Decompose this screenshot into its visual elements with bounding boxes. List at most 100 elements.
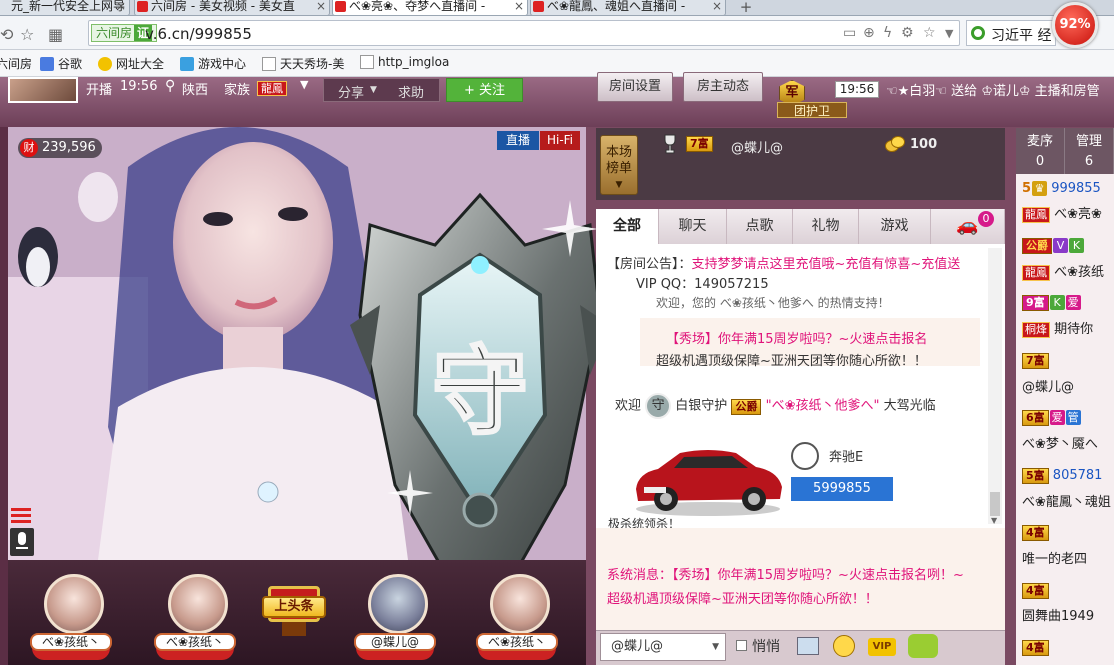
vip-icon[interactable]: VIP	[868, 638, 896, 656]
bookmark-item[interactable]: 六间房	[0, 55, 32, 72]
share-button[interactable]: 分享	[338, 82, 364, 101]
guard-slot[interactable]: @蝶儿@	[350, 560, 440, 665]
browser-tab-4[interactable]: べ❀龍鳳、魂姐へ直播间 - ×	[530, 0, 726, 15]
star-icon[interactable]: ☆	[20, 25, 34, 44]
list-item[interactable]: 龍鳳 べ❀孩纸	[1022, 261, 1114, 281]
tab-mic-queue[interactable]: 麦序 0	[1016, 128, 1065, 174]
settings-icon[interactable]: ⚙	[901, 25, 914, 41]
guard-slot[interactable]: べ❀孩纸丶	[150, 560, 240, 665]
apps-icon[interactable]: ▦	[48, 25, 63, 44]
bookmark-label: 网址大全	[116, 57, 165, 71]
crown-icon: ♛	[1032, 181, 1048, 196]
bookmark-item[interactable]: 网址大全	[98, 55, 164, 72]
lightning-icon[interactable]: ϟ	[883, 25, 892, 41]
chat-target: @蝶儿@	[611, 639, 664, 654]
search-field[interactable]: 习近平 经	[966, 20, 1056, 46]
list-item[interactable]: べ❀龍鳳丶魂姐	[1022, 491, 1114, 510]
list-item[interactable]: 公爵 V K	[1022, 238, 1114, 254]
tab-games[interactable]: 游戏	[859, 209, 931, 244]
scroll-down-icon[interactable]: ▼	[991, 516, 997, 525]
room-settings-button[interactable]: 房间设置	[597, 72, 673, 102]
system-messages[interactable]: 系统消息：【秀场】你年满15周岁啦吗？~火速点击报名咧！~ 超级机遇顶级保障~亚…	[596, 528, 1005, 630]
chevron-down-icon[interactable]: ▼	[712, 634, 719, 660]
welcome-user[interactable]: "べ❀孩纸丶他爹へ"	[766, 399, 880, 414]
private-checkbox[interactable]	[736, 640, 747, 651]
rank-user[interactable]: @蝶儿@	[731, 137, 783, 156]
sys-message-1b[interactable]: 超级机遇顶级保障~亚洲天团等你随心所欲！！	[656, 350, 927, 369]
follow-button[interactable]: + 关注	[446, 78, 523, 102]
list-item[interactable]: 5富 805781	[1022, 468, 1114, 484]
emoji-icon[interactable]	[833, 635, 855, 657]
cpu-usage-ball[interactable]: 92%	[1052, 2, 1098, 48]
headline-button[interactable]: 上头条	[256, 586, 332, 638]
plush-toy	[78, 172, 118, 222]
tab-chat[interactable]: 聊天	[659, 209, 727, 244]
panel-divider	[1005, 128, 1016, 665]
list-item[interactable]: 桐烽 期待你	[1022, 318, 1114, 338]
bookmark-label: 谷歌	[58, 57, 83, 71]
list-item[interactable]: 5 ♛ 999855	[1022, 181, 1114, 196]
sys-message-text[interactable]: 【秀场】你年满15周岁啦吗？~火速点击报名	[666, 332, 927, 347]
sys-message-text[interactable]: 【秀场】你年满15周岁啦吗？~火速点击报名咧！~	[672, 568, 964, 583]
list-item[interactable]: 龍鳳 べ❀亮❀	[1022, 203, 1114, 223]
tab-admins[interactable]: 管理 6	[1065, 128, 1114, 174]
list-item[interactable]: 4富	[1022, 583, 1114, 599]
guard-slot[interactable]: べ❀孩纸丶	[26, 560, 116, 665]
hifi-badge[interactable]: Hi-Fi	[540, 131, 580, 150]
video-icon[interactable]: ▭	[843, 25, 856, 41]
chat-bubble-icon[interactable]	[908, 634, 938, 658]
wealth-icon: 财	[20, 139, 38, 157]
list-item[interactable]: 4富	[1022, 640, 1114, 656]
microphone-icon[interactable]	[10, 528, 34, 556]
list-item[interactable]: 7富	[1022, 353, 1114, 369]
tab-cars[interactable]: 🚗 0	[931, 209, 1005, 244]
zoom-icon[interactable]: ⊕	[863, 25, 875, 41]
list-item[interactable]: 9富 K 爱	[1022, 295, 1114, 311]
tab-all[interactable]: 全部	[596, 209, 659, 244]
close-icon[interactable]: ×	[514, 0, 524, 12]
url-text[interactable]: v.6.cn/999855	[145, 25, 252, 43]
browser-tab-1[interactable]: 元_新一代安全上网导 ×	[0, 0, 130, 15]
new-tab-button[interactable]: +	[733, 0, 759, 15]
bookmark-item[interactable]: http_imgloa	[360, 55, 449, 69]
anchor-avatar[interactable]	[8, 77, 78, 103]
bookmark-item[interactable]: 天天秀场-美	[262, 55, 344, 72]
chat-target-select[interactable]: @蝶儿@ ▼	[600, 633, 726, 661]
tab-gifts[interactable]: 礼物	[793, 209, 859, 244]
reload-icon[interactable]: ⟲	[0, 25, 13, 44]
sys-message-2b[interactable]: 超级机遇顶级保障~亚洲天团等你随心所欲！！	[607, 588, 878, 607]
search-text[interactable]: 习近平 经	[991, 25, 1051, 45]
list-item[interactable]: 4富	[1022, 525, 1114, 541]
close-icon[interactable]: ×	[316, 0, 326, 12]
notice-text[interactable]: 支持梦梦请点这里充值哦~充值有惊喜~充值送	[692, 257, 961, 272]
list-item[interactable]: べ❀梦丶魇へ	[1022, 433, 1114, 452]
list-item[interactable]: 6富爱管	[1022, 410, 1114, 426]
rich-level-badge: 7富	[1022, 353, 1049, 369]
close-icon[interactable]: ×	[712, 0, 722, 12]
close-icon[interactable]: ×	[116, 0, 126, 12]
rank-tab[interactable]: 本场 榜单 ▼	[600, 135, 638, 195]
image-icon[interactable]	[797, 637, 819, 655]
chevron-down-icon[interactable]: ▼	[370, 85, 377, 95]
family-badge[interactable]: 龍鳳	[257, 81, 287, 96]
list-item[interactable]: 唯一的老四	[1022, 548, 1114, 567]
guard-slot[interactable]: べ❀孩纸丶	[472, 560, 562, 665]
url-field[interactable]: 六间房证 v.6.cn/999855 ▭ ⊕ ϟ ⚙ ☆ ▼	[88, 20, 960, 46]
notice-qq: VIP QQ：149057215	[636, 277, 769, 292]
guard-name: べ❀孩纸丶	[30, 633, 112, 651]
browser-tab-2[interactable]: 六间房 - 美女视频 - 美女直 ×	[134, 0, 330, 15]
chevron-down-icon[interactable]: ▼	[300, 78, 308, 91]
scrollbar-thumb[interactable]	[990, 492, 1000, 516]
bookmark-item[interactable]: 谷歌	[40, 55, 82, 72]
list-item[interactable]: 圆舞曲1949	[1022, 605, 1114, 624]
tab-songs[interactable]: 点歌	[727, 209, 793, 244]
list-item[interactable]: @蝶儿@	[1022, 376, 1114, 395]
help-button[interactable]: 求助	[398, 82, 424, 101]
favorite-star-icon[interactable]: ☆	[923, 25, 936, 41]
bookmark-item[interactable]: 游戏中心	[180, 55, 246, 72]
dropdown-icon[interactable]: ▼	[945, 27, 953, 40]
site-icon	[335, 1, 346, 12]
browser-tab-3[interactable]: べ❀亮❀、夺梦へ直播间 - ×	[332, 0, 528, 15]
host-news-button[interactable]: 房主动态	[683, 72, 763, 102]
chat-scrollbar[interactable]: ▼	[988, 248, 1002, 525]
